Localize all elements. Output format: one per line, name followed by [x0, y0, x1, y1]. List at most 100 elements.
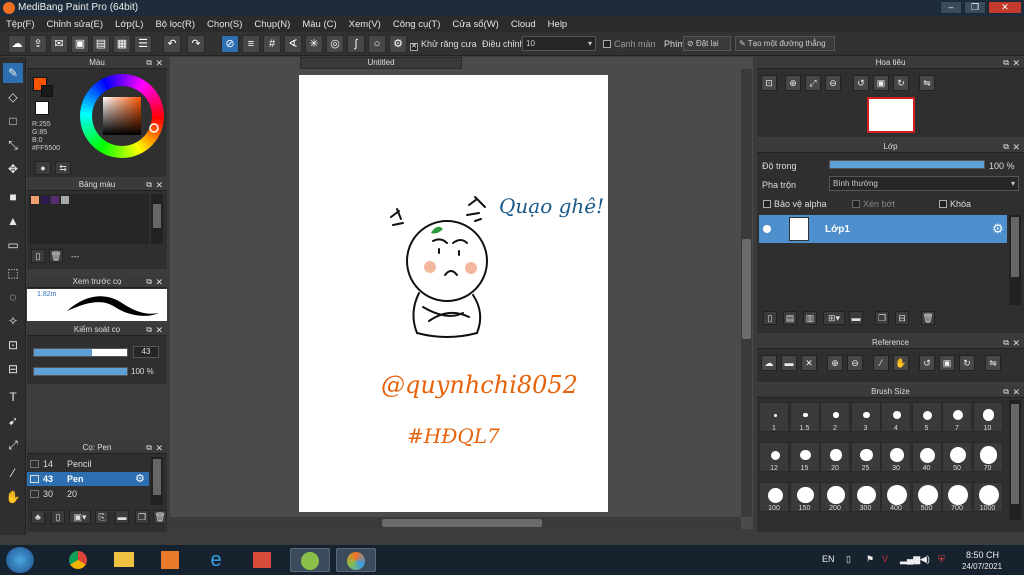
lock-checkbox[interactable]: Khóa: [939, 199, 971, 209]
menu-view[interactable]: Xem(V): [343, 19, 387, 30]
ruler-checkbox[interactable]: Cạnh màn: [603, 39, 656, 49]
brush-size-option[interactable]: 15: [789, 442, 820, 472]
zoom-out-icon[interactable]: ⊖: [847, 355, 863, 371]
canvas-tab[interactable]: Untitled: [300, 57, 462, 69]
menu-filter[interactable]: Bộ lọc(R): [149, 19, 201, 30]
zoom-out-icon[interactable]: ⊖: [825, 75, 841, 91]
menu-select[interactable]: Chọn(S): [201, 19, 248, 30]
settings-snap-icon[interactable]: ⚙: [389, 35, 407, 53]
parallel-snap-icon[interactable]: ≡: [242, 35, 260, 53]
duplicate-layer-icon[interactable]: ❐: [875, 311, 889, 325]
media-player-icon[interactable]: [150, 548, 190, 572]
merge-layer-icon[interactable]: ⊟: [895, 311, 909, 325]
angle-snap-icon[interactable]: ∢: [284, 35, 302, 53]
trash-icon[interactable]: 🗑: [921, 311, 935, 325]
white-swatch[interactable]: [35, 101, 49, 115]
brush-size-option[interactable]: 2: [820, 402, 850, 432]
operation-tool-icon[interactable]: ➹: [3, 411, 23, 431]
close-reference-icon[interactable]: ✕: [801, 355, 817, 371]
brush-size-option[interactable]: 70: [972, 442, 1003, 472]
explorer-icon[interactable]: [104, 548, 144, 572]
rotate-right-icon[interactable]: ↻: [893, 75, 909, 91]
close-icon[interactable]: ✕: [155, 324, 163, 336]
lasso-tool-icon[interactable]: ◌: [3, 287, 23, 307]
close-icon[interactable]: ✕: [155, 179, 163, 191]
app-icon-2[interactable]: [242, 548, 282, 572]
brush-menu-icon[interactable]: ▣▾: [69, 510, 91, 524]
color-mode-button[interactable]: ●: [35, 161, 51, 175]
brush-size-option[interactable]: 700: [942, 482, 972, 512]
reset-button[interactable]: ⊘ Đặt lại: [683, 36, 731, 51]
select-pen-icon[interactable]: ⊡: [3, 335, 23, 355]
brush-item-20[interactable]: 30 20: [27, 487, 147, 501]
trash-icon[interactable]: 🗑: [153, 510, 167, 524]
eyedropper-icon[interactable]: ⁄: [873, 355, 889, 371]
new-halftone-layer-icon[interactable]: ▤: [783, 311, 797, 325]
open-folder-icon[interactable]: ▬: [781, 355, 797, 371]
gear-icon[interactable]: ⚙: [135, 472, 145, 485]
gear-icon[interactable]: ⚙: [992, 221, 1004, 237]
add-layer-menu-icon[interactable]: ⊞▾: [823, 311, 845, 325]
add-brush-icon[interactable]: ♣: [31, 510, 45, 524]
eraser-tool-icon[interactable]: ◇: [3, 87, 23, 107]
eyedropper-icon[interactable]: ⁄: [3, 463, 23, 483]
fit-icon[interactable]: ▣: [939, 355, 955, 371]
circle-snap-icon[interactable]: ◎: [326, 35, 344, 53]
brush-size-option[interactable]: 5: [911, 402, 942, 432]
divide-tool-icon[interactable]: ⤢: [3, 435, 23, 455]
menu-capture[interactable]: Chụp(N): [248, 19, 296, 30]
new-8bit-layer-icon[interactable]: ▥: [803, 311, 817, 325]
flip-icon[interactable]: ⇋: [985, 355, 1001, 371]
flip-icon[interactable]: ⇋: [919, 75, 935, 91]
palette-scrollbar[interactable]: [151, 194, 163, 244]
flag-icon[interactable]: ⚑: [866, 554, 874, 565]
new-brush-icon[interactable]: ▯: [51, 510, 65, 524]
clock-time[interactable]: 8:50 CH: [966, 550, 999, 560]
protect-alpha-checkbox[interactable]: Bảo vệ alpha: [763, 199, 827, 209]
brush-size-option[interactable]: 7: [942, 402, 972, 432]
visibility-icon[interactable]: [763, 225, 771, 233]
color-wheel[interactable]: [79, 73, 165, 159]
drawing-canvas[interactable]: Quạo ghê! @quynhchi8052 #HĐQL7: [299, 75, 608, 512]
layer-opacity-slider[interactable]: [829, 160, 985, 169]
close-icon[interactable]: ✕: [1012, 337, 1020, 349]
rect-tool-icon[interactable]: □: [3, 111, 23, 131]
grid-doc-icon[interactable]: ▦: [113, 35, 131, 53]
curve-snap-icon[interactable]: ∫: [347, 35, 365, 53]
close-icon[interactable]: ✕: [155, 442, 163, 454]
ellipse-snap-icon[interactable]: ○: [368, 35, 386, 53]
menu-help[interactable]: Help: [542, 19, 574, 30]
brush-size-option[interactable]: 50: [942, 442, 972, 472]
menu-cloud[interactable]: Cloud: [505, 19, 542, 30]
save-icon[interactable]: ▣: [71, 35, 89, 53]
magic-wand-icon[interactable]: ✧: [3, 311, 23, 331]
adjust-select[interactable]: 10 ▾: [522, 36, 596, 51]
brush-size-option[interactable]: 100: [759, 482, 789, 512]
duplicate-icon[interactable]: ❐: [135, 510, 149, 524]
brush-size-scrollbar[interactable]: [1009, 400, 1021, 520]
menu-color[interactable]: Màu (C): [296, 19, 342, 30]
zoom-fit-icon[interactable]: ⊡: [761, 75, 777, 91]
cloud-reference-icon[interactable]: ☁: [761, 355, 777, 371]
brush-list-scrollbar[interactable]: [151, 457, 163, 505]
navigator-thumbnail[interactable]: [867, 97, 915, 133]
brush-size-option[interactable]: 1: [759, 402, 789, 432]
palette-swatch[interactable]: [41, 196, 49, 204]
brush-size-option[interactable]: 200: [820, 482, 850, 512]
rotate-right-icon[interactable]: ↻: [959, 355, 975, 371]
no-snap-icon[interactable]: ⊘: [221, 35, 239, 53]
share-icon[interactable]: ⇪: [29, 35, 47, 53]
brush-size-option[interactable]: 1000: [972, 482, 1003, 512]
gradient-tool-icon[interactable]: ▭: [3, 235, 23, 255]
layer-scrollbar[interactable]: [1009, 215, 1021, 305]
menu-window[interactable]: Cửa sổ(W): [446, 19, 504, 30]
close-icon[interactable]: ✕: [1012, 386, 1020, 398]
internet-explorer-icon[interactable]: e: [196, 548, 236, 572]
brush-item-pen[interactable]: 43 Pen ⚙: [27, 472, 149, 486]
palette-swatch[interactable]: [51, 196, 59, 204]
brush-size-option[interactable]: 1.5: [789, 402, 820, 432]
zoom-in-icon[interactable]: ⊕: [827, 355, 843, 371]
fill-rect-icon[interactable]: ■: [3, 187, 23, 207]
brush-opacity-slider[interactable]: [33, 367, 128, 376]
menu-edit[interactable]: Chỉnh sửa(E): [41, 19, 110, 30]
